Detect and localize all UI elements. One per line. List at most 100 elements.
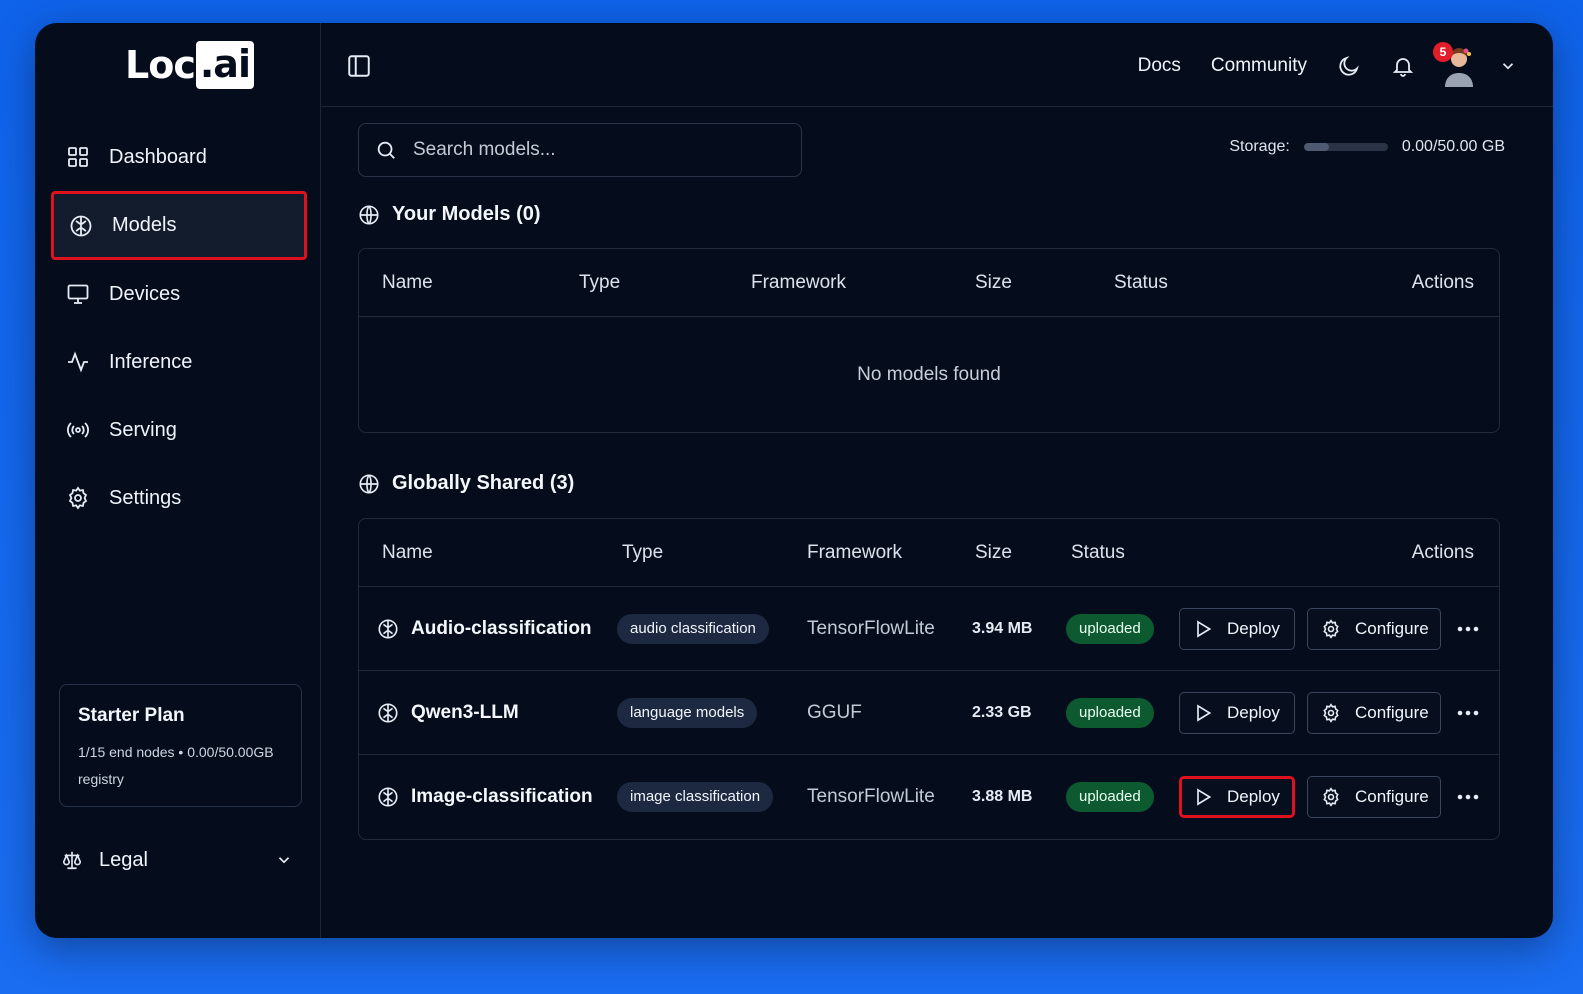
more-options-icon[interactable] (1455, 784, 1481, 810)
search-input[interactable] (413, 139, 773, 161)
model-name: Qwen3-LLM (411, 702, 519, 723)
sidebar-item-serving[interactable]: Serving (51, 396, 307, 464)
gear-icon (1321, 703, 1341, 723)
deploy-button[interactable]: Deploy (1179, 692, 1295, 734)
sidebar-item-settings[interactable]: Settings (51, 464, 307, 532)
deploy-button[interactable]: Deploy (1179, 776, 1295, 818)
empty-state: No models found (857, 363, 1001, 385)
logo[interactable]: Loc .ai (125, 40, 254, 90)
configure-button[interactable]: Configure (1307, 776, 1441, 818)
monitor-icon (65, 281, 91, 307)
model-name: Audio-classification (411, 618, 592, 639)
brain-icon (377, 786, 399, 808)
top-right-controls: Docs Community 5 (1108, 41, 1517, 91)
legal-menu[interactable]: Legal (61, 843, 293, 877)
play-icon (1193, 703, 1213, 723)
type-tag: image classification (617, 782, 774, 812)
sidebar-item-label: Settings (109, 486, 182, 509)
section-title-text: Globally Shared (3) (392, 472, 575, 494)
table-header: Name Type Framework Size Status Actions (359, 249, 1499, 317)
globe-icon (358, 204, 380, 226)
col-type: Type (622, 542, 664, 563)
legal-label: Legal (99, 848, 148, 871)
status-cell: uploaded (1066, 587, 1154, 671)
status-cell: uploaded (1066, 755, 1154, 839)
broadcast-icon (65, 417, 91, 443)
type-cell: image classification (617, 755, 774, 839)
storage-bar-fill (1303, 143, 1329, 151)
col-framework: Framework (807, 542, 903, 563)
plan-title: Starter Plan (78, 705, 185, 726)
configure-button[interactable]: Configure (1307, 692, 1441, 734)
your-models-table: Name Type Framework Size Status Actions … (358, 248, 1500, 433)
moon-icon[interactable] (1337, 54, 1361, 78)
col-status: Status (1071, 542, 1125, 563)
search-icon (375, 139, 397, 161)
more-options-icon[interactable] (1455, 700, 1481, 726)
status-badge: uploaded (1066, 614, 1154, 644)
deploy-button[interactable]: Deploy (1179, 608, 1295, 650)
scale-icon (61, 849, 83, 871)
brain-icon (68, 213, 94, 239)
section-title-text: Your Models (0) (392, 203, 541, 225)
sidebar-toggle-icon[interactable] (346, 53, 372, 79)
shared-models-table: Name Type Framework Size Status Actions … (358, 518, 1500, 840)
sidebar-item-label: Inference (109, 350, 193, 373)
logo-text: Loc (125, 43, 196, 87)
sidebar-item-dashboard[interactable]: Dashboard (51, 123, 307, 191)
col-actions: Actions (1411, 542, 1474, 563)
size-value: 2.33 GB (972, 704, 1032, 721)
gear-icon (1321, 619, 1341, 639)
deploy-label: Deploy (1227, 703, 1280, 722)
table-header: Name Type Framework Size Status Actions (359, 519, 1499, 587)
sidebar-item-label: Models (112, 214, 177, 236)
notification-badge: 5 (1433, 42, 1453, 62)
sidebar-item-devices[interactable]: Devices (51, 260, 307, 328)
grid-icon (65, 144, 91, 170)
storage-label: Storage: (1229, 138, 1290, 155)
gear-icon (65, 485, 91, 511)
brain-icon (377, 702, 399, 724)
table-row: Audio-classification audio classificatio… (359, 587, 1499, 671)
sidebar-item-models[interactable]: Models (51, 191, 307, 260)
framework-value: TensorFlowLite (807, 618, 935, 639)
deploy-label: Deploy (1227, 619, 1280, 638)
type-cell: audio classification (617, 587, 769, 671)
col-actions: Actions (1411, 272, 1474, 293)
chevron-down-icon[interactable] (1499, 57, 1517, 75)
main-content: Storage: 0.00/50.00 GB Your Models (0) N… (322, 108, 1553, 938)
search-box[interactable] (358, 123, 802, 177)
bell-icon[interactable] (1391, 54, 1415, 78)
model-name-cell[interactable]: Audio-classification (377, 587, 592, 671)
sidebar-item-inference[interactable]: Inference (51, 328, 307, 396)
type-tag: language models (617, 698, 758, 728)
top-bar: Docs Community 5 (322, 23, 1553, 107)
brain-icon (377, 618, 399, 640)
status-badge: uploaded (1066, 782, 1154, 812)
play-icon (1193, 787, 1213, 807)
model-name-cell[interactable]: Image-classification (377, 755, 593, 839)
more-options-icon[interactable] (1455, 616, 1481, 642)
community-link[interactable]: Community (1211, 55, 1307, 77)
gear-icon (1321, 787, 1341, 807)
col-status: Status (1114, 272, 1168, 293)
configure-label: Configure (1355, 619, 1429, 638)
docs-link[interactable]: Docs (1138, 55, 1181, 77)
storage-value: 0.00/50.00 GB (1401, 138, 1505, 155)
sidebar-item-label: Devices (109, 282, 181, 305)
col-size: Size (975, 272, 1012, 293)
logo-box: .ai (195, 41, 254, 89)
storage-indicator: Storage: 0.00/50.00 GB (1229, 138, 1505, 156)
col-framework: Framework (751, 272, 847, 293)
framework-value: TensorFlowLite (807, 786, 935, 807)
model-name-cell[interactable]: Qwen3-LLM (377, 671, 519, 755)
status-cell: uploaded (1066, 671, 1154, 755)
type-tag: audio classification (617, 614, 769, 644)
avatar[interactable]: 5 (1433, 42, 1477, 87)
configure-button[interactable]: Configure (1307, 608, 1441, 650)
sidebar: Loc .ai Dashboard Models Devices Inferen… (35, 23, 321, 938)
col-name: Name (382, 272, 433, 293)
chevron-down-icon (275, 851, 293, 869)
configure-label: Configure (1355, 787, 1429, 806)
deploy-label: Deploy (1227, 787, 1280, 806)
